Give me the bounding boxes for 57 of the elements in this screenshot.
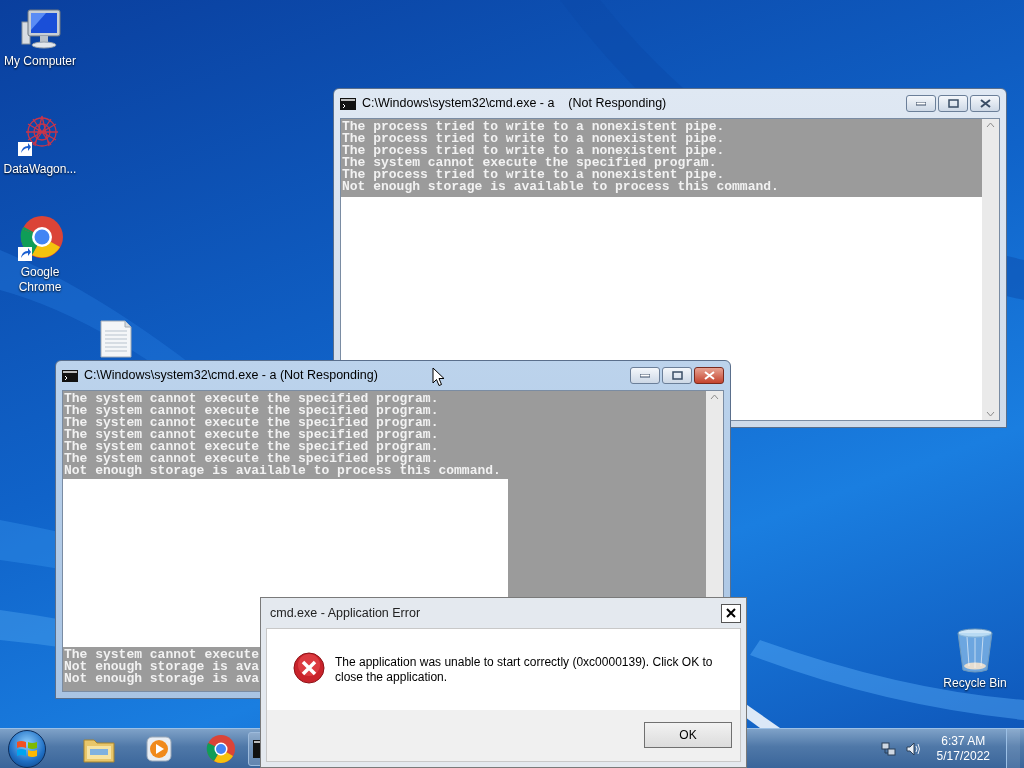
network-icon[interactable] <box>880 740 897 757</box>
console-line: The system cannot execute the specified program. <box>64 393 439 405</box>
error-message: The application was unable to start correctly (0xc0000139). Click OK to close the application. <box>335 654 714 685</box>
console-line: Not enough storage is ava <box>64 661 260 673</box>
icon-label[interactable]: DataWagon... <box>1 162 79 177</box>
minimize-button[interactable] <box>906 95 936 112</box>
icon-label[interactable]: Recycle Bin <box>936 676 1014 691</box>
console-line: The process tried to write to a nonexistent pipe. <box>342 145 725 157</box>
window-title: C:\Windows\system32\cmd.exe - a (Not Responding) <box>84 367 378 385</box>
chrome-icon[interactable] <box>16 215 64 263</box>
close-icon <box>726 608 736 618</box>
console-line: Not enough storage is available to process this command. <box>64 465 501 477</box>
close-icon <box>703 371 715 380</box>
clock[interactable]: 6:37 AM 5/17/2022 <box>936 733 990 764</box>
console-icon <box>340 97 356 110</box>
console-line: The process tried to write to a nonexistent pipe. <box>342 169 725 181</box>
dialog-title: cmd.exe - Application Error <box>269 604 421 622</box>
minimize-icon <box>640 373 650 378</box>
icon-label[interactable]: My Computer <box>1 54 79 69</box>
console-icon <box>62 369 78 382</box>
console-line: The system cannot execute the specified program. <box>64 429 439 441</box>
window-title: C:\Windows\system32\cmd.exe - a (Not Responding) <box>362 95 667 113</box>
close-button[interactable] <box>694 367 724 384</box>
maximize-button[interactable] <box>938 95 968 112</box>
recycle-bin-icon[interactable] <box>955 628 995 674</box>
cursor-icon <box>432 367 445 387</box>
media-player-icon <box>144 734 174 764</box>
console-line: The system cannot execute the specified program. <box>342 157 717 169</box>
console-line: The system cannot execute the specified program. <box>64 441 439 453</box>
minimize-button[interactable] <box>630 367 660 384</box>
clock-time: 6:37 AM <box>941 733 986 749</box>
console-line: Not enough storage is ava <box>64 673 260 685</box>
maximize-button[interactable] <box>662 367 692 384</box>
maximize-icon <box>947 99 959 108</box>
console-line: Not enough storage is available to process this command. <box>342 181 779 193</box>
windows-logo-icon <box>16 738 38 759</box>
speaker-icon[interactable] <box>904 740 921 757</box>
ok-button[interactable]: OK <box>644 722 732 748</box>
minimize-icon <box>916 101 926 106</box>
document-icon[interactable] <box>99 320 133 358</box>
icon-label[interactable]: Google Chrome <box>1 265 79 295</box>
start-button[interactable] <box>8 729 46 768</box>
console-line: The system cannot execute the specified program. <box>64 405 439 417</box>
console-line: The process tried to write to a nonexistent pipe. <box>342 121 725 133</box>
console-line: The system cannot execute the specified program. <box>64 417 439 429</box>
scrollbar[interactable] <box>982 119 999 420</box>
close-button[interactable] <box>721 603 741 623</box>
clock-date: 5/17/2022 <box>936 748 990 764</box>
console-line: The process tried to write to a nonexistent pipe. <box>342 133 725 145</box>
show-desktop-button[interactable] <box>1006 728 1020 768</box>
close-icon <box>979 99 991 108</box>
chrome-icon <box>206 734 236 764</box>
console-line: The system cannot execute <box>64 649 260 661</box>
close-button[interactable] <box>970 95 1000 112</box>
error-icon <box>293 652 325 684</box>
maximize-icon <box>671 371 683 380</box>
console-line: The system cannot execute the specified program. <box>64 453 439 465</box>
